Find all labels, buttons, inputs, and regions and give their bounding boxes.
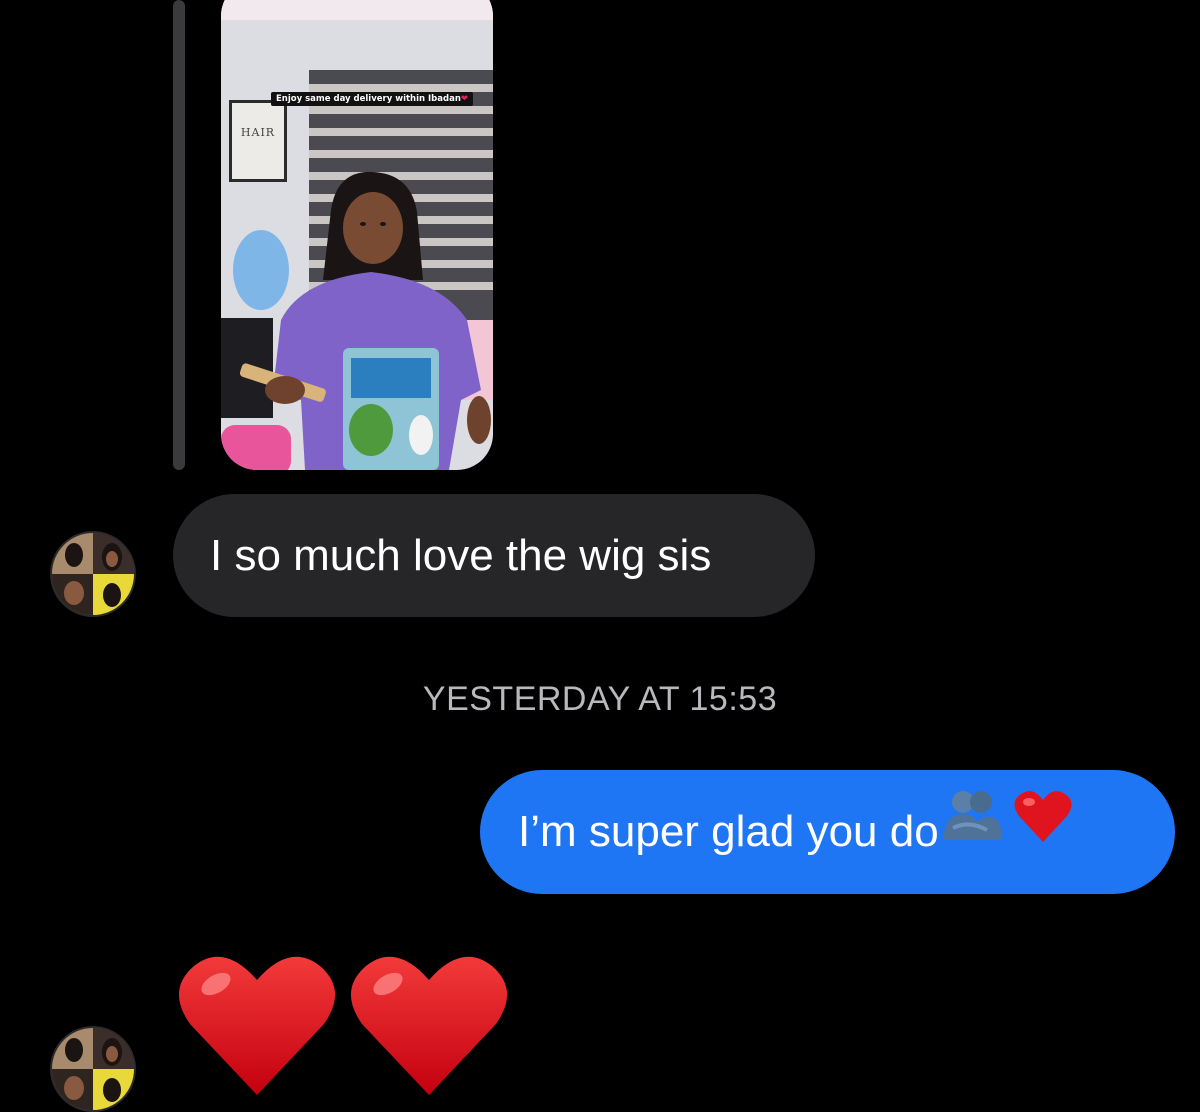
reply-quote-bar: [173, 0, 185, 470]
video-caption-text: Enjoy same day delivery within Ibadan: [276, 94, 461, 104]
contact-avatar[interactable]: [50, 531, 136, 617]
outgoing-message-text: I’m super glad you do: [518, 807, 939, 856]
red-heart-icon[interactable]: [178, 950, 336, 1100]
caption-heart-icon: ❤: [460, 94, 469, 104]
frame-sign-text: HAIR: [240, 126, 276, 139]
people-hugging-icon: [939, 768, 1003, 892]
incoming-message-text: I so much love the wig sis: [210, 531, 712, 580]
outgoing-message-bubble[interactable]: I’m super glad you do: [480, 770, 1175, 894]
video-caption: Enjoy same day delivery within Ibadan❤: [271, 92, 474, 106]
shared-video-thumbnail[interactable]: HAIR Enjoy same day delivery within Ibad…: [221, 0, 493, 470]
red-heart-icon[interactable]: [350, 950, 508, 1100]
red-heart-icon: [1013, 768, 1073, 892]
message-timestamp: YESTERDAY AT 15:53: [422, 680, 778, 718]
contact-avatar-2[interactable]: [50, 1026, 136, 1112]
incoming-message-bubble[interactable]: I so much love the wig sis: [173, 494, 815, 617]
